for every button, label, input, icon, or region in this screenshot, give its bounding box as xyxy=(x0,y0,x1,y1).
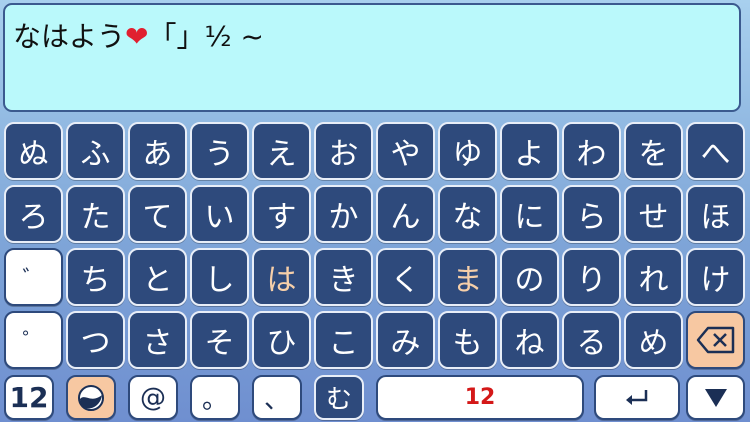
backspace-icon xyxy=(696,326,734,354)
heart-emoji: ❤ xyxy=(125,20,149,53)
key-row3-2[interactable]: ち xyxy=(66,248,125,306)
key-row2-10[interactable]: ら xyxy=(562,185,621,243)
key-row1-12[interactable]: へ xyxy=(686,122,745,180)
key-row4-3[interactable]: さ xyxy=(128,311,187,369)
key-row1-7[interactable]: や xyxy=(376,122,435,180)
key-row4-4[interactable]: そ xyxy=(190,311,249,369)
key-row2-6[interactable]: か xyxy=(314,185,373,243)
key-row1-4[interactable]: う xyxy=(190,122,249,180)
key-row1-5[interactable]: え xyxy=(252,122,311,180)
key-row2-9[interactable]: に xyxy=(500,185,559,243)
key-mu[interactable]: む xyxy=(314,375,364,420)
globe-key[interactable] xyxy=(66,375,116,420)
key-handakuten[interactable]: ゜ xyxy=(4,311,63,369)
key-row3-4[interactable]: し xyxy=(190,248,249,306)
key-row2-5[interactable]: す xyxy=(252,185,311,243)
key-row4-10[interactable]: る xyxy=(562,311,621,369)
key-row4-8[interactable]: も xyxy=(438,311,497,369)
input-text-rest: 「」½ ~ xyxy=(148,20,264,53)
key-row2-4[interactable]: い xyxy=(190,185,249,243)
text-input-area[interactable]: なはよう❤「」½ ~ xyxy=(3,3,741,112)
key-row4-6[interactable]: こ xyxy=(314,311,373,369)
key-row3-12[interactable]: け xyxy=(686,248,745,306)
key-row3-8[interactable]: ま xyxy=(438,248,497,306)
key-row1-3[interactable]: あ xyxy=(128,122,187,180)
key-row1-10[interactable]: わ xyxy=(562,122,621,180)
enter-key[interactable] xyxy=(594,375,680,420)
space-key[interactable]: 12 xyxy=(376,375,584,420)
key-row3-10[interactable]: り xyxy=(562,248,621,306)
input-text: なはよう❤「」½ ~ xyxy=(13,20,264,54)
input-text-kana: なはよう xyxy=(13,20,126,53)
comma-key[interactable]: 、 xyxy=(252,375,302,420)
keyboard-app: なはよう❤「」½ ~ ぬ ふ あ う え お や ゆ よ わ を へ ろ た て… xyxy=(0,0,750,422)
num-mode-key[interactable]: 12 xyxy=(4,375,54,420)
key-row4-2[interactable]: つ xyxy=(66,311,125,369)
key-row1-8[interactable]: ゆ xyxy=(438,122,497,180)
key-row4-5[interactable]: ひ xyxy=(252,311,311,369)
key-row3-11[interactable]: れ xyxy=(624,248,683,306)
enter-icon xyxy=(626,389,648,405)
triangle-down-icon xyxy=(704,388,727,407)
globe-icon xyxy=(78,384,104,411)
backspace-key[interactable] xyxy=(686,311,745,369)
key-row1-1[interactable]: ぬ xyxy=(4,122,63,180)
at-key[interactable]: @ xyxy=(128,375,178,420)
key-row3-7[interactable]: く xyxy=(376,248,435,306)
key-row2-11[interactable]: せ xyxy=(624,185,683,243)
key-row1-2[interactable]: ふ xyxy=(66,122,125,180)
dismiss-keyboard-key[interactable] xyxy=(686,375,745,420)
key-row1-11[interactable]: を xyxy=(624,122,683,180)
key-row2-7[interactable]: ん xyxy=(376,185,435,243)
key-row4-11[interactable]: め xyxy=(624,311,683,369)
key-row3-3[interactable]: と xyxy=(128,248,187,306)
key-row4-9[interactable]: ね xyxy=(500,311,559,369)
key-row1-6[interactable]: お xyxy=(314,122,373,180)
key-row2-3[interactable]: て xyxy=(128,185,187,243)
key-row1-9[interactable]: よ xyxy=(500,122,559,180)
key-row3-9[interactable]: の xyxy=(500,248,559,306)
key-row2-2[interactable]: た xyxy=(66,185,125,243)
key-row2-12[interactable]: ほ xyxy=(686,185,745,243)
key-row3-5[interactable]: は xyxy=(252,248,311,306)
key-row4-7[interactable]: み xyxy=(376,311,435,369)
period-key[interactable]: 。 xyxy=(190,375,240,420)
space-key-label: 12 xyxy=(464,385,496,410)
key-row3-6[interactable]: き xyxy=(314,248,373,306)
key-row2-1[interactable]: ろ xyxy=(4,185,63,243)
key-dakuten[interactable]: ゛ xyxy=(4,248,63,306)
key-row2-8[interactable]: な xyxy=(438,185,497,243)
